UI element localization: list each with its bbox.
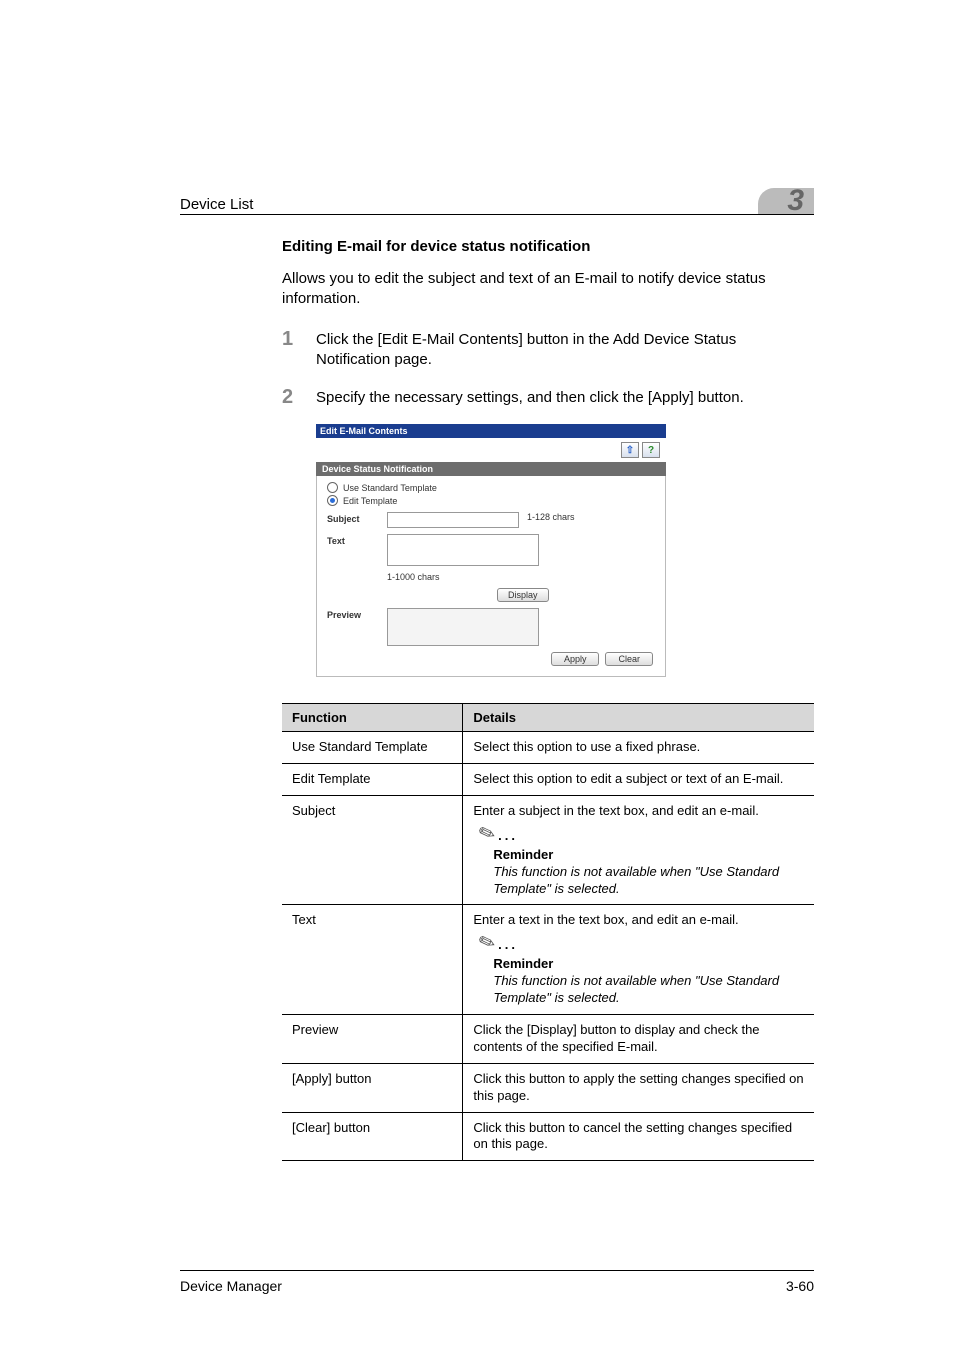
cell-function: Text — [282, 905, 463, 1014]
step-1-text: Click the [Edit E-Mail Contents] button … — [316, 328, 814, 371]
apply-button[interactable]: Apply — [551, 652, 600, 666]
screenshot-window-title: Edit E-Mail Contents — [316, 424, 666, 438]
option-use-standard-template[interactable]: Use Standard Template — [327, 482, 655, 493]
cell-details-text: Enter a subject in the text box, and edi… — [473, 803, 758, 818]
cell-details: Enter a subject in the text box, and edi… — [463, 796, 814, 905]
reminder-body: This function is not available when "Use… — [493, 973, 804, 1007]
reminder-heading: Reminder — [493, 956, 804, 973]
step-1-number: 1 — [282, 328, 316, 371]
col-details-header: Details — [463, 704, 814, 732]
chapter-number: 3 — [787, 184, 804, 218]
option-edit-template-label: Edit Template — [343, 496, 397, 506]
running-title: Device List — [180, 196, 253, 213]
table-row: [Clear] button Click this button to canc… — [282, 1112, 814, 1161]
cell-function: [Clear] button — [282, 1112, 463, 1161]
subject-input[interactable] — [387, 512, 519, 528]
clear-button[interactable]: Clear — [605, 652, 653, 666]
step-2-text: Specify the necessary settings, and then… — [316, 386, 744, 408]
option-edit-template[interactable]: Edit Template — [327, 495, 655, 506]
reminder-heading: Reminder — [493, 847, 804, 864]
option-use-standard-template-label: Use Standard Template — [343, 483, 437, 493]
section-heading: Editing E-mail for device status notific… — [282, 238, 814, 255]
reminder-body: This function is not available when "Use… — [493, 864, 804, 898]
text-hint: 1-1000 chars — [387, 572, 440, 582]
cell-function: Preview — [282, 1014, 463, 1063]
text-input[interactable] — [387, 534, 539, 566]
cell-details: Enter a text in the text box, and edit a… — [463, 905, 814, 1014]
cell-function: Edit Template — [282, 764, 463, 796]
table-row: [Apply] button Click this button to appl… — [282, 1063, 814, 1112]
table-row: Edit Template Select this option to edit… — [282, 764, 814, 796]
subject-label: Subject — [327, 512, 387, 524]
cell-details: Select this option to edit a subject or … — [463, 764, 814, 796]
subject-hint: 1-128 chars — [527, 512, 575, 522]
step-1: 1 Click the [Edit E-Mail Contents] butto… — [282, 328, 814, 371]
step-2: 2 Specify the necessary settings, and th… — [282, 386, 814, 408]
reminder-dots: ... — [496, 937, 518, 952]
preview-label: Preview — [327, 608, 387, 620]
header-rule — [180, 214, 814, 215]
cell-details: Select this option to use a fixed phrase… — [463, 732, 814, 764]
display-button[interactable]: Display — [497, 588, 549, 602]
table-row: Preview Click the [Display] button to di… — [282, 1014, 814, 1063]
intro-paragraph: Allows you to edit the subject and text … — [282, 269, 814, 310]
footer-title: Device Manager — [180, 1278, 282, 1294]
cell-details: Click the [Display] button to display an… — [463, 1014, 814, 1063]
text-label: Text — [327, 534, 387, 546]
step-2-number: 2 — [282, 386, 316, 408]
table-row: Subject Enter a subject in the text box,… — [282, 796, 814, 905]
embedded-screenshot: Edit E-Mail Contents ⇧ ? Device Status N… — [316, 424, 814, 677]
footer-rule — [180, 1270, 814, 1271]
reminder-icon: ✎ — [478, 935, 498, 952]
cell-function: Use Standard Template — [282, 732, 463, 764]
chapter-badge: 3 — [758, 188, 814, 214]
reminder-dots: ... — [496, 828, 518, 843]
table-header-row: Function Details — [282, 704, 814, 732]
radio-icon — [327, 482, 338, 493]
preview-area — [387, 608, 539, 646]
col-function-header: Function — [282, 704, 463, 732]
cell-details: Click this button to apply the setting c… — [463, 1063, 814, 1112]
cell-details: Click this button to cancel the setting … — [463, 1112, 814, 1161]
back-icon[interactable]: ⇧ — [621, 442, 639, 458]
help-icon[interactable]: ? — [642, 442, 660, 458]
reminder-icon: ✎ — [478, 825, 498, 842]
radio-icon — [327, 495, 338, 506]
cell-function: [Apply] button — [282, 1063, 463, 1112]
page-number: 3-60 — [786, 1278, 814, 1294]
cell-function: Subject — [282, 796, 463, 905]
function-details-table: Function Details Use Standard Template S… — [282, 703, 814, 1161]
cell-details-text: Enter a text in the text box, and edit a… — [473, 912, 738, 927]
table-row: Text Enter a text in the text box, and e… — [282, 905, 814, 1014]
screenshot-section-bar: Device Status Notification — [316, 462, 666, 476]
table-row: Use Standard Template Select this option… — [282, 732, 814, 764]
